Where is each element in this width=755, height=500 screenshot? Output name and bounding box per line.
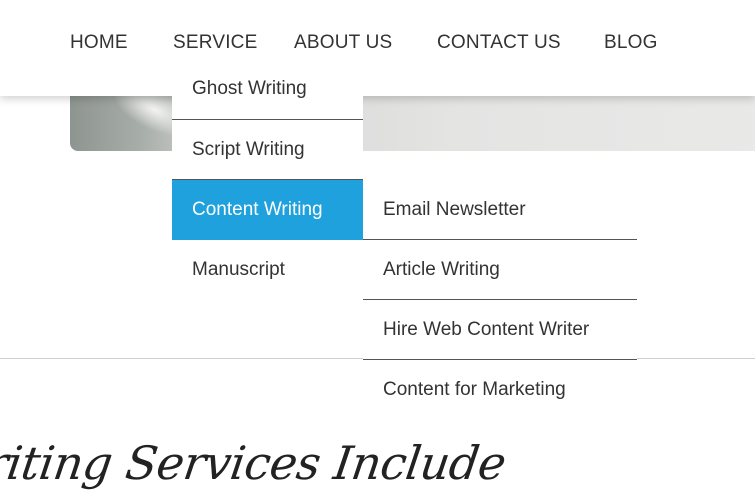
submenu-item-hire-web-content-writer[interactable]: Hire Web Content Writer bbox=[363, 300, 637, 360]
submenu-item-content-for-marketing[interactable]: Content for Marketing bbox=[363, 360, 637, 420]
menu-item-manuscript[interactable]: Manuscript bbox=[172, 240, 363, 300]
nav-service[interactable]: SERVICE bbox=[173, 32, 257, 54]
nav-about-us[interactable]: ABOUT US bbox=[294, 32, 392, 54]
section-heading: riting Services Include bbox=[0, 436, 510, 490]
submenu-item-article-writing[interactable]: Article Writing bbox=[363, 240, 637, 300]
menu-item-script-writing[interactable]: Script Writing bbox=[172, 120, 363, 180]
nav-home[interactable]: HOME bbox=[70, 32, 128, 54]
submenu-item-email-newsletter[interactable]: Email Newsletter bbox=[363, 180, 637, 240]
page: HOME SERVICE ABOUT US CONTACT US BLOG Gh… bbox=[0, 0, 755, 500]
menu-item-content-writing[interactable]: Content Writing bbox=[172, 180, 363, 240]
nav-blog[interactable]: BLOG bbox=[604, 32, 658, 54]
nav-contact-us[interactable]: CONTACT US bbox=[437, 32, 561, 54]
menu-item-ghost-writing[interactable]: Ghost Writing bbox=[172, 60, 363, 120]
top-navigation: HOME SERVICE ABOUT US CONTACT US BLOG bbox=[0, 0, 755, 96]
content-writing-submenu: Email Newsletter Article Writing Hire We… bbox=[363, 180, 637, 420]
service-dropdown-menu: Ghost Writing Script Writing Content Wri… bbox=[172, 60, 363, 300]
